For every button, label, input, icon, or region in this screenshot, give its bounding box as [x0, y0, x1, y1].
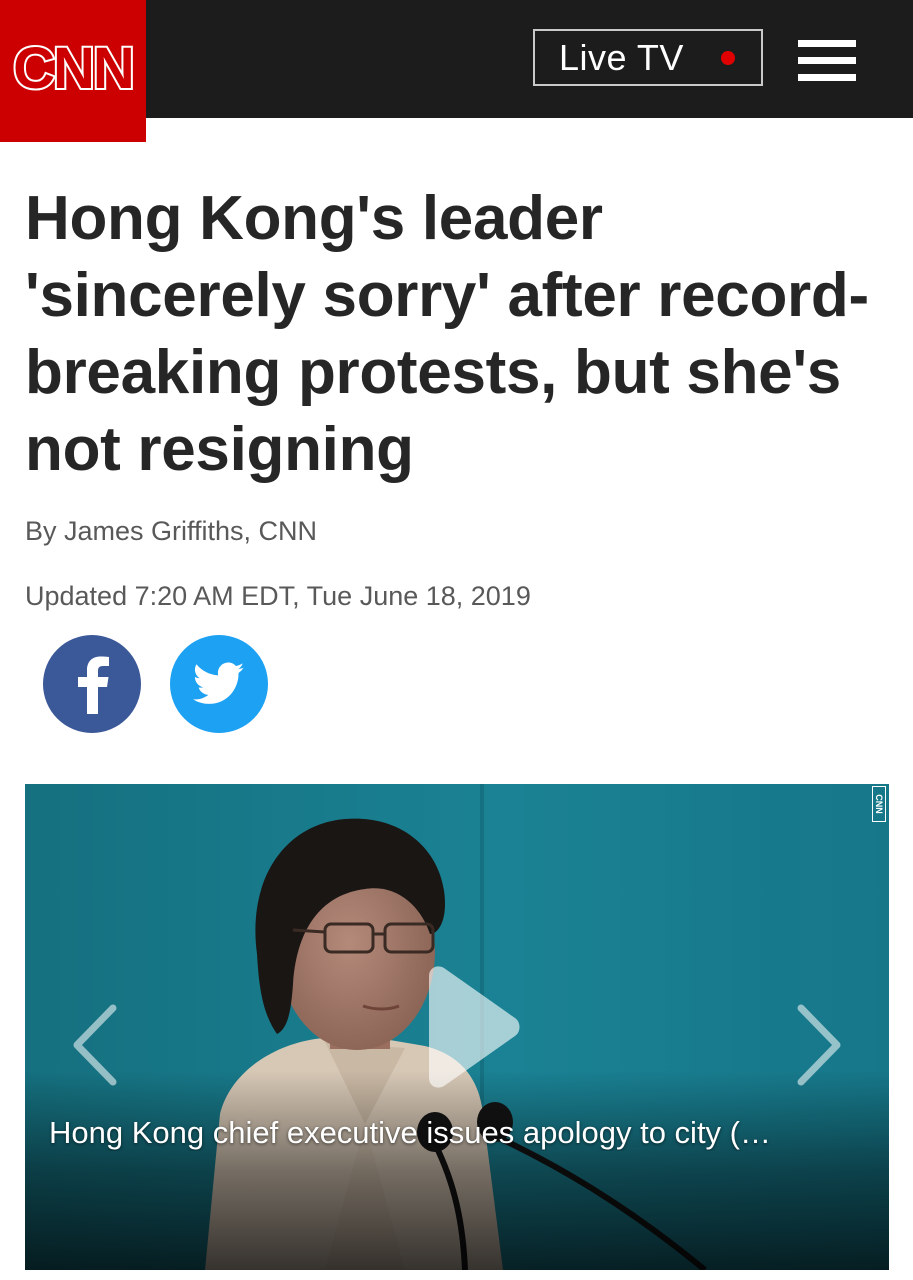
chevron-left-icon[interactable]	[65, 1000, 125, 1090]
article-headline: Hong Kong's leader 'sincerely sorry' aft…	[25, 184, 869, 484]
cnn-watermark: CNN	[872, 786, 886, 822]
cnn-logo[interactable]: CNN	[0, 0, 146, 142]
live-tv-label: Live TV	[559, 36, 684, 78]
video-caption-overlay	[25, 1070, 889, 1270]
chevron-right-icon[interactable]	[789, 1000, 849, 1090]
video-player[interactable]: CNN Hong Kong chief executive issues apo…	[25, 784, 889, 1270]
article-timestamp: Updated 7:20 AM EDT, Tue June 18, 2019	[25, 581, 531, 611]
live-indicator-dot-icon	[721, 50, 735, 65]
page: Live TV CNN Hong Kong's leader 'sincerel…	[0, 0, 913, 1280]
facebook-share-button[interactable]	[43, 635, 141, 733]
article-byline: By James Griffiths, CNN	[25, 516, 318, 546]
video-caption[interactable]: Hong Kong chief executive issues apology…	[49, 1115, 869, 1151]
twitter-icon	[193, 662, 245, 704]
live-tv-button[interactable]: Live TV	[533, 29, 763, 86]
play-icon[interactable]	[407, 962, 527, 1092]
facebook-icon	[78, 656, 109, 714]
twitter-share-button[interactable]	[170, 635, 268, 733]
cnn-logo-text: CNN	[11, 36, 137, 101]
hamburger-menu-icon[interactable]	[798, 40, 856, 82]
